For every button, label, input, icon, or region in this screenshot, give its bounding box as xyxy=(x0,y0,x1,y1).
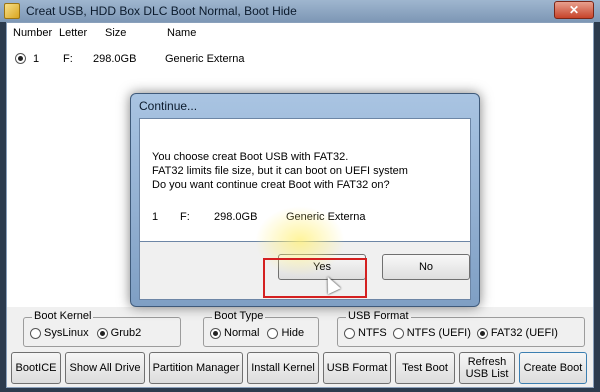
title-bar[interactable]: Creat USB, HDD Box DLC Boot Normal, Boot… xyxy=(0,0,600,22)
row-letter: F: xyxy=(63,53,73,65)
create-boot-button[interactable]: Create Boot xyxy=(519,352,587,384)
radio-icon xyxy=(344,327,355,339)
continue-dialog: Continue... You choose creat Boot USB wi… xyxy=(130,93,480,307)
boot-kernel-group: Boot Kernel SysLinux Grub2 xyxy=(23,310,181,347)
test-boot-button[interactable]: Test Boot xyxy=(395,352,455,384)
option-hide[interactable]: Hide xyxy=(267,327,304,339)
dialog-drive-number: 1 xyxy=(152,211,159,223)
usb-format-button[interactable]: USB Format xyxy=(323,352,391,384)
show-all-drive-button[interactable]: Show All Drive xyxy=(65,352,145,384)
usb-format-group: USB Format NTFS NTFS (UEFI) FAT32 (UEFI) xyxy=(337,310,585,347)
option-syslinux[interactable]: SysLinux xyxy=(30,327,89,339)
row-name: Generic Externa xyxy=(165,53,245,65)
row-radio[interactable] xyxy=(15,53,26,66)
no-button[interactable]: No xyxy=(382,254,470,280)
option-normal[interactable]: Normal xyxy=(210,327,259,339)
list-item[interactable]: 1 F: 298.0GB Generic Externa xyxy=(7,53,593,69)
header-name[interactable]: Name xyxy=(167,27,196,39)
option-ntfs[interactable]: NTFS xyxy=(344,327,387,339)
window-title: Creat USB, HDD Box DLC Boot Normal, Boot… xyxy=(26,4,297,18)
row-size: 298.0GB xyxy=(93,53,137,65)
header-letter[interactable]: Letter xyxy=(59,27,87,39)
boot-kernel-title: Boot Kernel xyxy=(32,310,94,322)
dialog-message-area: You choose creat Boot USB with FAT32. FA… xyxy=(139,118,471,242)
dialog-drive-size: 298.0GB xyxy=(214,211,258,223)
boot-type-title: Boot Type xyxy=(212,310,266,322)
row-number: 1 xyxy=(33,53,40,65)
radio-icon xyxy=(392,327,404,339)
radio-selected-icon xyxy=(476,327,488,339)
option-fat32-uefi[interactable]: FAT32 (UEFI) xyxy=(476,327,558,339)
usb-format-title: USB Format xyxy=(346,310,411,322)
option-ntfs-uefi[interactable]: NTFS (UEFI) xyxy=(392,327,471,339)
radio-selected-icon xyxy=(15,53,26,64)
dialog-line-3: Do you want continue creat Boot with FAT… xyxy=(152,179,390,191)
partition-manager-button[interactable]: Partition Manager xyxy=(149,352,243,384)
boot-type-group: Boot Type Normal Hide xyxy=(203,310,319,347)
refresh-label-line2: USB List xyxy=(465,368,509,380)
list-header: Number Letter Size Name xyxy=(7,27,593,43)
option-grub2[interactable]: Grub2 xyxy=(96,327,141,339)
refresh-usb-list-button[interactable]: Refresh USB List xyxy=(459,352,515,384)
yes-focus-outline xyxy=(263,258,367,298)
header-number[interactable]: Number xyxy=(13,27,52,39)
dialog-drive-name: Generic Externa xyxy=(286,211,366,223)
dialog-title: Continue... xyxy=(139,99,198,113)
dialog-drive-letter: F: xyxy=(180,211,190,223)
app-icon xyxy=(4,3,20,19)
header-size[interactable]: Size xyxy=(105,27,126,39)
radio-icon xyxy=(30,327,41,339)
refresh-label-line1: Refresh xyxy=(467,356,507,368)
install-kernel-button[interactable]: Install Kernel xyxy=(247,352,319,384)
close-button[interactable]: ✕ xyxy=(554,1,594,19)
dialog-line-2: FAT32 limits file size, but it can boot … xyxy=(152,165,408,177)
radio-selected-icon xyxy=(210,327,221,339)
radio-icon xyxy=(267,327,279,339)
dialog-line-1: You choose creat Boot USB with FAT32. xyxy=(152,151,349,163)
radio-selected-icon xyxy=(96,327,108,339)
bootice-button[interactable]: BootICE xyxy=(11,352,61,384)
